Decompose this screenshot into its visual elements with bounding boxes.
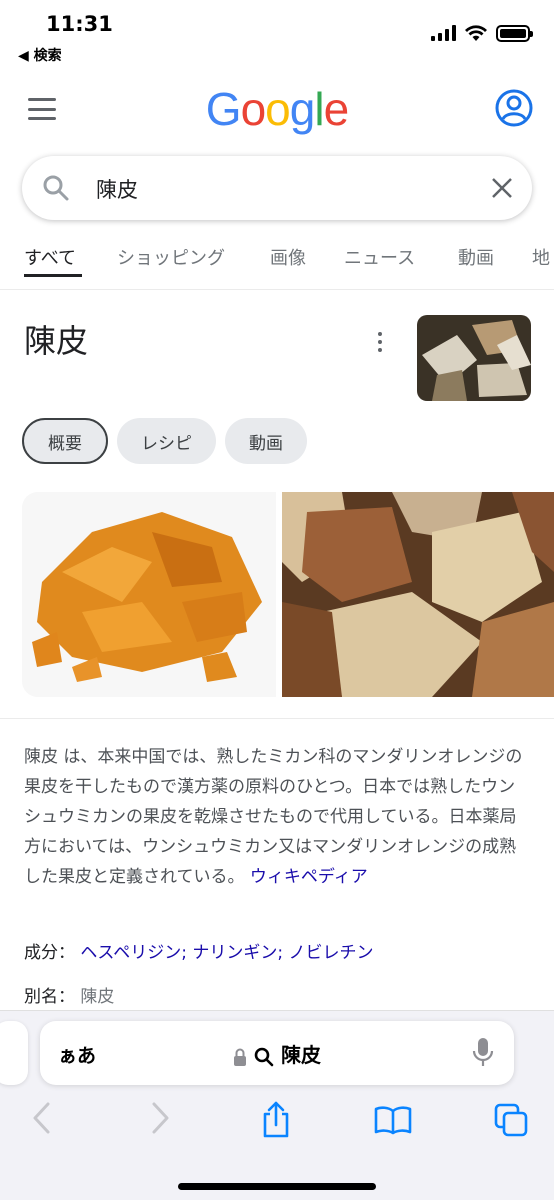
tab-all[interactable]: すべて: [24, 244, 76, 270]
panel-chips: 概要 レシピ 動画: [22, 418, 307, 464]
tab-images[interactable]: 画像: [270, 244, 306, 270]
back-to-app-link[interactable]: ◀ 検索: [18, 45, 62, 65]
account-icon[interactable]: [494, 88, 534, 128]
status-bar: 11:31 ◀ 検索: [0, 0, 554, 70]
panel-images: [22, 492, 554, 697]
description-text: 陳皮 は、本来中国では、熟したミカン科のマンダリンオレンジの果皮を干したもので漢…: [24, 747, 523, 887]
back-chevron-icon[interactable]: [30, 1101, 54, 1135]
alias-row: 別名： 陳皮: [24, 982, 114, 1007]
search-box[interactable]: 陳皮: [22, 156, 532, 220]
home-indicator: [178, 1183, 376, 1190]
wikipedia-link[interactable]: ウィキペディア: [250, 867, 368, 887]
chip-videos[interactable]: 動画: [225, 418, 307, 464]
battery-icon: [496, 24, 533, 42]
panel-description: 陳皮 は、本来中国では、熟したミカン科のマンダリンオレンジの果皮を干したもので漢…: [24, 742, 532, 892]
chip-recipes[interactable]: レシピ: [117, 418, 216, 464]
components-row: 成分： ヘスペリジン; ナリンギン; ノビレチン: [24, 938, 373, 963]
microphone-icon[interactable]: [472, 1037, 494, 1069]
forward-chevron-icon[interactable]: [148, 1101, 172, 1135]
browser-nav: [0, 1101, 554, 1151]
section-divider: [0, 718, 554, 719]
active-tab-indicator: [24, 274, 82, 277]
previous-tab-preview[interactable]: [0, 1021, 28, 1085]
tab-maps[interactable]: 地: [532, 244, 550, 270]
status-icons: [431, 24, 533, 42]
logo-letter: G: [205, 83, 242, 135]
status-time: 11:31: [46, 12, 113, 36]
panel-title: 陳皮: [24, 322, 89, 360]
tabs-icon[interactable]: [494, 1103, 528, 1137]
google-logo[interactable]: Google: [0, 82, 554, 136]
logo-letter: e: [323, 83, 350, 135]
logo-letter: g: [289, 83, 316, 135]
safari-toolbar: ぁあ 陳皮: [0, 1010, 554, 1200]
logo-letter: l: [314, 83, 324, 135]
address-text[interactable]: 陳皮: [40, 1039, 514, 1068]
lock-icon: [234, 1048, 247, 1066]
alias-value: 陳皮: [80, 987, 115, 1007]
search-icon: [254, 1047, 274, 1066]
search-icon: [43, 175, 69, 201]
share-icon[interactable]: [260, 1101, 292, 1139]
tab-videos[interactable]: 動画: [458, 244, 494, 270]
tab-news[interactable]: ニュース: [344, 244, 415, 270]
address-bar[interactable]: ぁあ 陳皮: [40, 1021, 514, 1085]
components-value[interactable]: ヘスペリジン; ナリンギン; ノビレチン: [80, 943, 373, 963]
bookmarks-icon[interactable]: [374, 1105, 412, 1135]
search-tabs: すべて ショッピング 画像 ニュース 動画 地: [0, 240, 554, 290]
search-query[interactable]: 陳皮: [96, 174, 138, 204]
google-header: Google: [0, 78, 554, 142]
dried-peel-image-2[interactable]: [282, 492, 554, 697]
components-label: 成分：: [24, 943, 75, 963]
logo-letter: o: [240, 83, 267, 135]
address-query: 陳皮: [280, 1043, 321, 1067]
clear-icon[interactable]: [490, 176, 514, 200]
panel-thumbnail[interactable]: [417, 315, 531, 401]
wifi-icon: [465, 25, 487, 41]
more-options-icon[interactable]: [376, 332, 384, 352]
logo-letter: o: [265, 83, 291, 135]
chip-overview[interactable]: 概要: [22, 418, 108, 464]
cellular-signal-icon: [431, 25, 456, 41]
dried-peel-image-1[interactable]: [22, 492, 276, 697]
alias-label: 別名：: [24, 987, 75, 1007]
tab-shopping[interactable]: ショッピング: [117, 244, 225, 270]
